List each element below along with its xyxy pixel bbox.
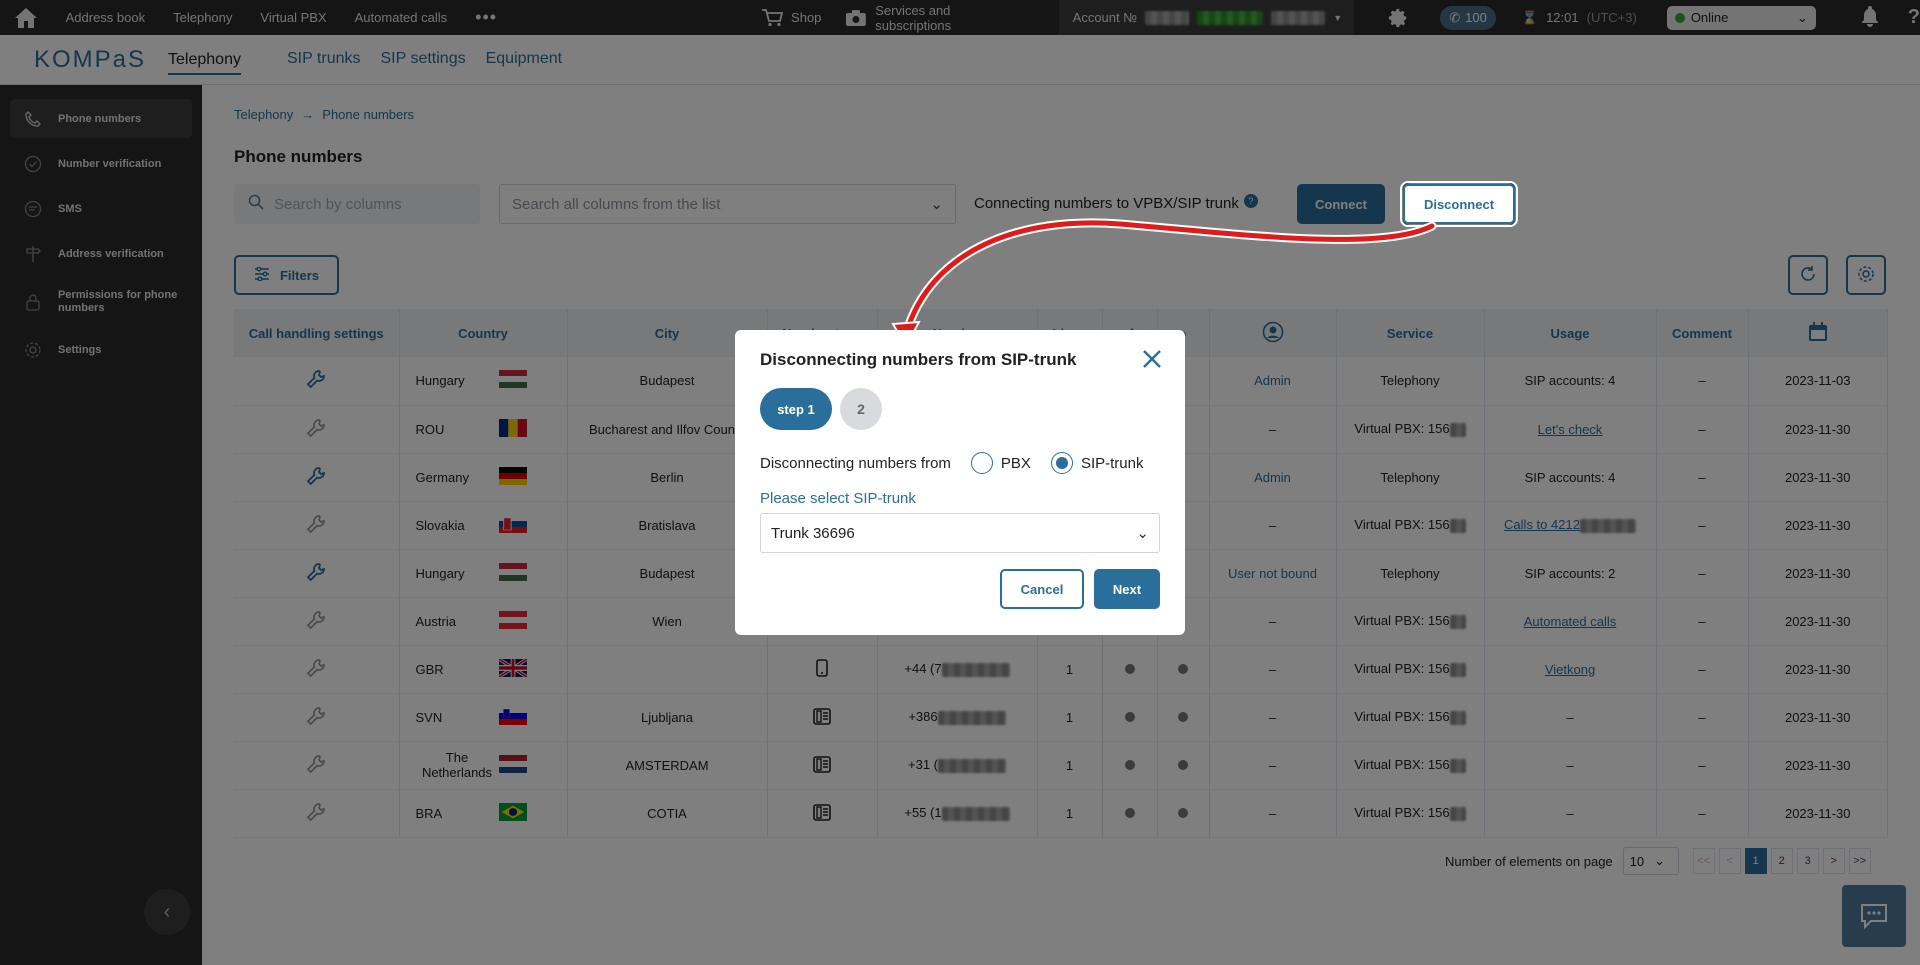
disconnect-from-row: Disconnecting numbers from PBX SIP-trunk bbox=[760, 452, 1160, 474]
step-indicator: step 1 2 bbox=[760, 388, 1160, 430]
step-1-badge: step 1 bbox=[760, 388, 832, 430]
radio-pbx[interactable] bbox=[970, 452, 993, 474]
sip-trunk-value: Trunk 36696 bbox=[771, 524, 855, 542]
radio-sip-trunk-label[interactable]: SIP-trunk bbox=[1081, 455, 1144, 472]
sip-trunk-select[interactable]: Trunk 36696 ⌄ bbox=[760, 513, 1160, 553]
cancel-button[interactable]: Cancel bbox=[1000, 569, 1084, 609]
radio-sip-trunk[interactable] bbox=[1050, 452, 1073, 474]
disconnect-button-highlighted[interactable]: Disconnect bbox=[1400, 181, 1518, 227]
modal-title: Disconnecting numbers from SIP-trunk bbox=[760, 350, 1077, 369]
radio-pbx-label[interactable]: PBX bbox=[1001, 455, 1031, 472]
chevron-down-icon: ⌄ bbox=[1136, 525, 1149, 542]
disconnect-from-label: Disconnecting numbers from bbox=[760, 454, 951, 472]
modal-actions: Cancel Next bbox=[1000, 569, 1160, 609]
next-button[interactable]: Next bbox=[1094, 569, 1160, 609]
sip-trunk-select-label: Please select SIP-trunk bbox=[760, 490, 916, 507]
disconnect-modal: Disconnecting numbers from SIP-trunk ste… bbox=[735, 330, 1185, 635]
close-icon[interactable] bbox=[1141, 348, 1163, 370]
step-2-badge: 2 bbox=[840, 388, 882, 430]
